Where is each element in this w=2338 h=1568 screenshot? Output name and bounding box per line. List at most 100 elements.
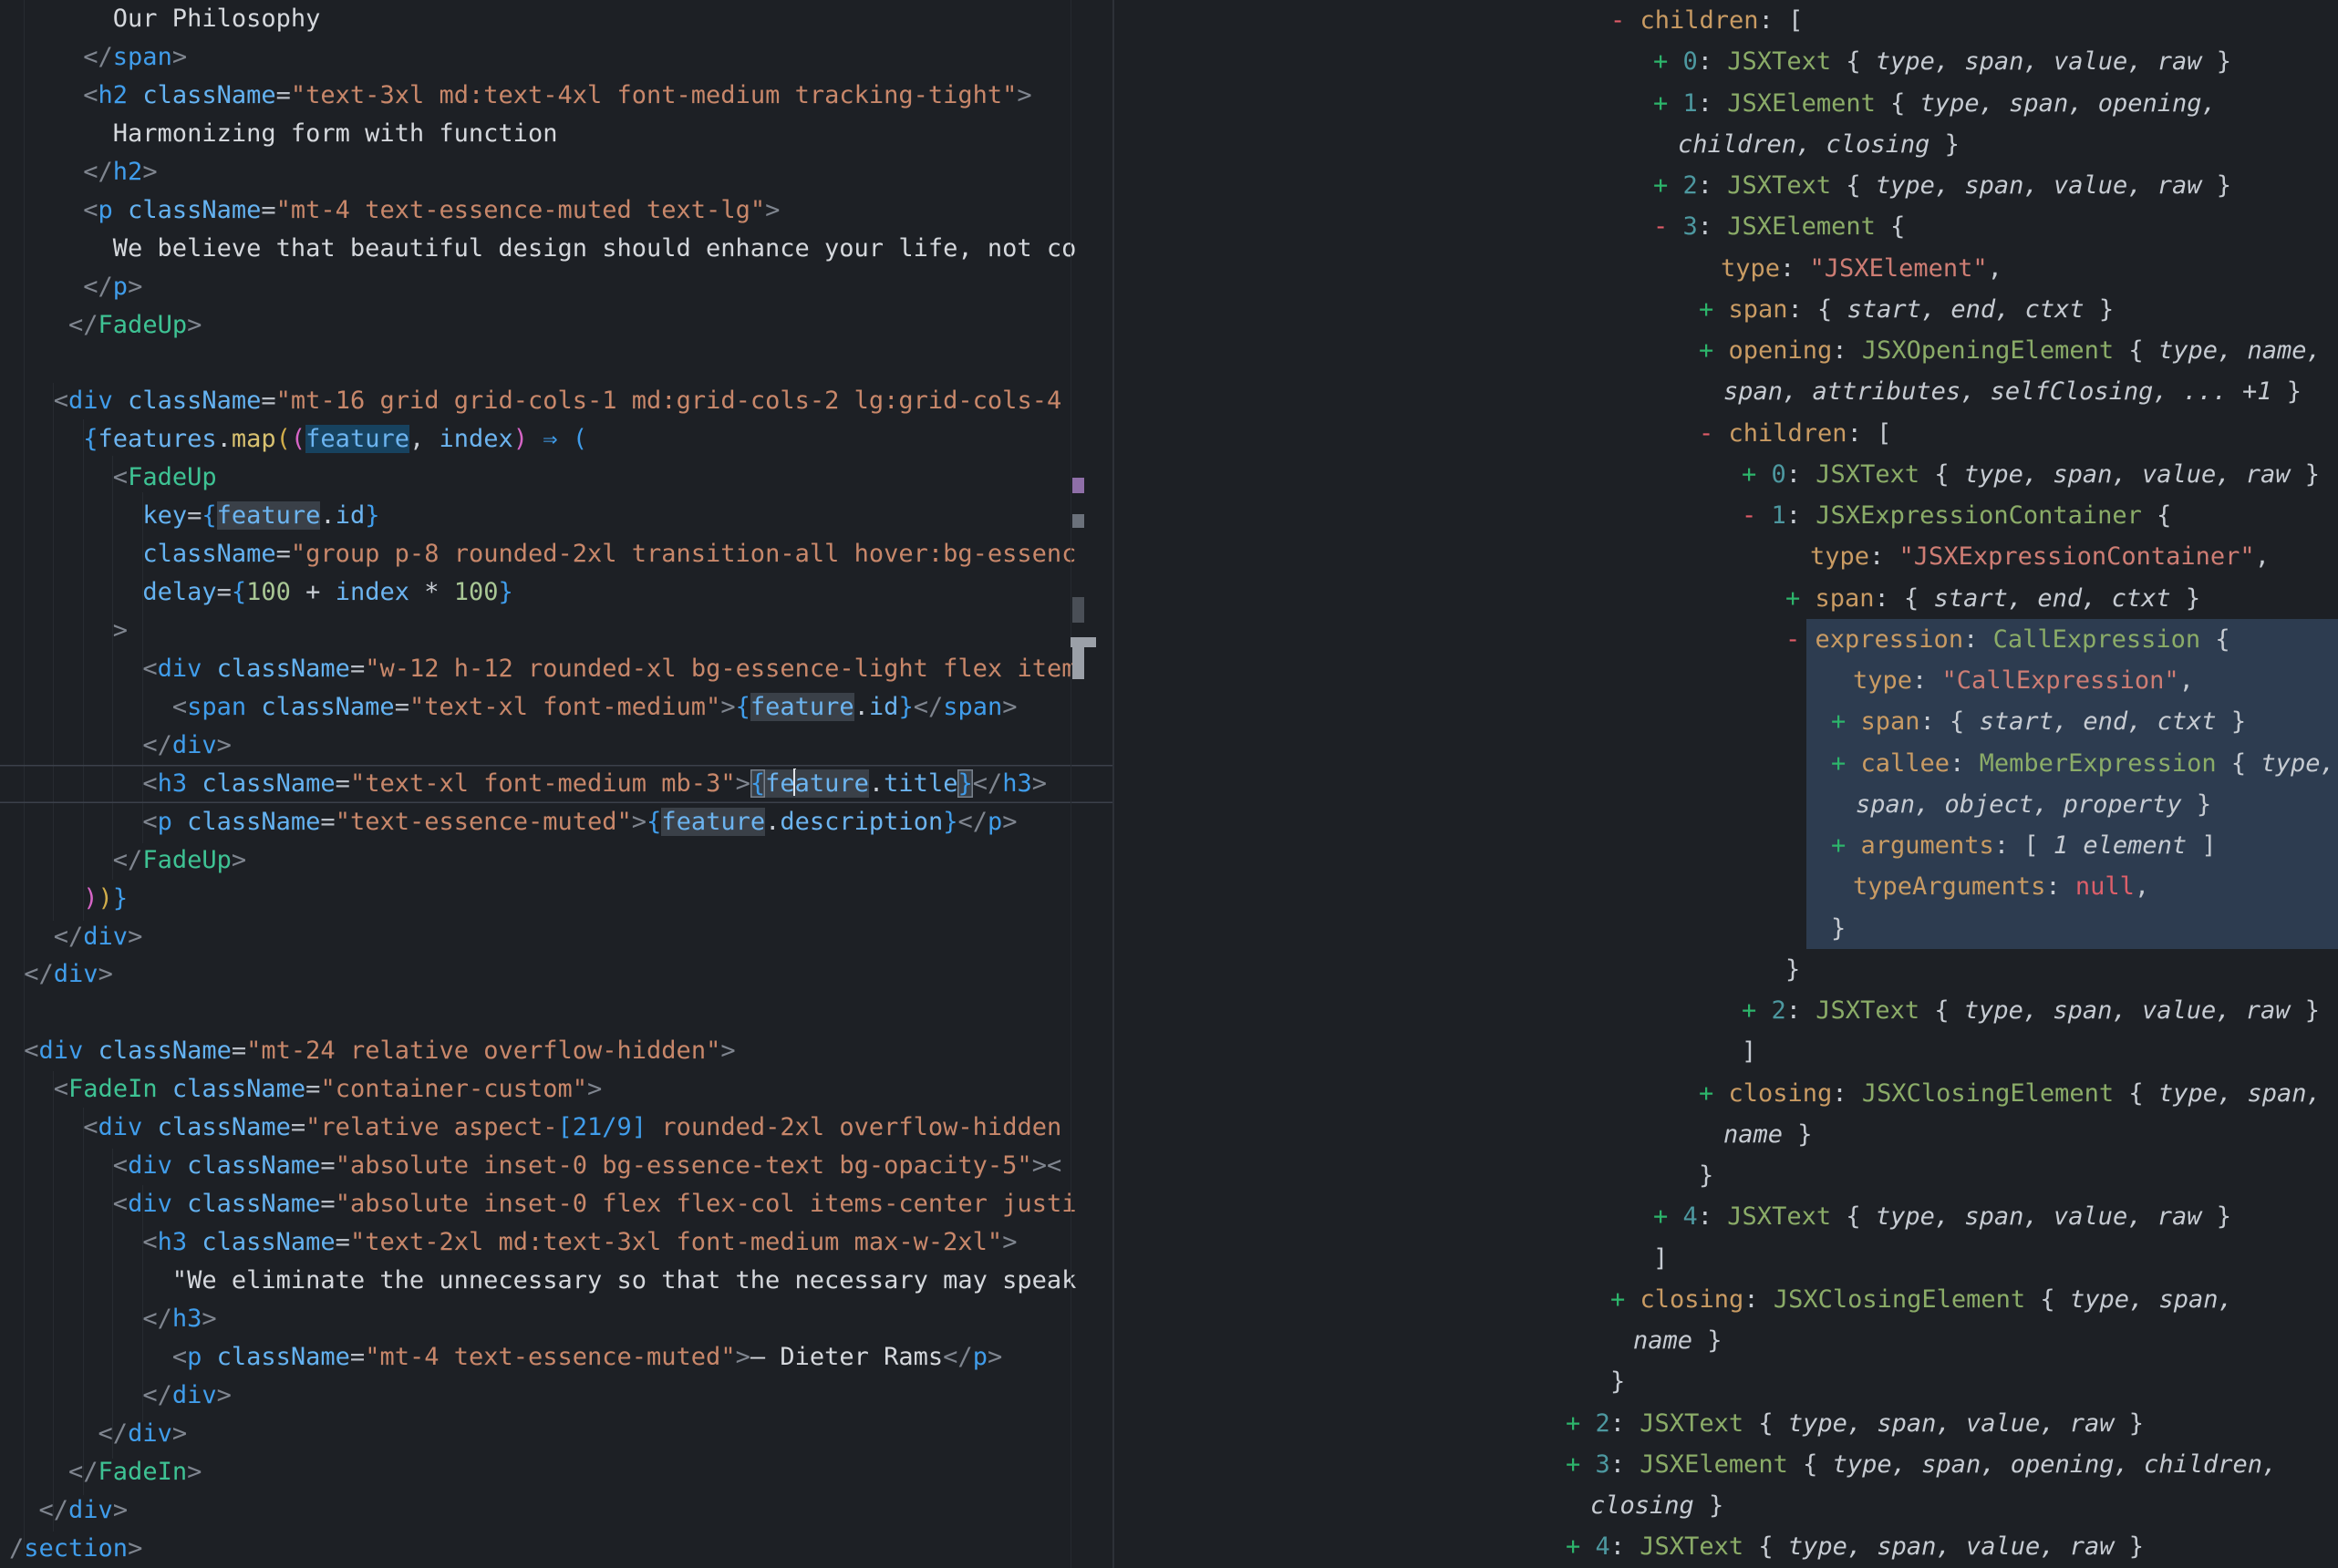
token-rpn: : <box>1698 212 1728 241</box>
code-line-39[interactable]: </FadeIn> <box>0 1453 1112 1491</box>
token-txt <box>9 616 113 645</box>
ast-line-5[interactable]: + 2: JSXText { type, span, value, raw } <box>1113 165 2338 206</box>
code-line-3[interactable]: <h2 className="text-3xl md:text-4xl font… <box>0 77 1112 115</box>
token-pn: </ <box>943 1343 973 1371</box>
code-line-25[interactable]: </div> <box>0 918 1112 956</box>
code-line-12[interactable]: {features.map((feature, index) ⇒ ( <box>0 420 1112 459</box>
code-line-27[interactable] <box>0 994 1112 1032</box>
token-txt <box>9 846 113 874</box>
code-line-22[interactable]: <p className="text-essence-muted">{featu… <box>0 803 1112 841</box>
code-line-35[interactable]: </h3> <box>0 1300 1112 1338</box>
code-lines-container[interactable]: Our Philosophy </span> <h2 className="te… <box>0 0 1112 1567</box>
ast-line-8[interactable]: + span: { start, end, ctxt } <box>1113 289 2338 330</box>
code-line-7[interactable]: We believe that beautiful design should … <box>0 230 1112 268</box>
ast-line-18[interactable]: + span: { start, end, ctxt } <box>1113 701 2338 742</box>
ast-line-37[interactable]: closing } <box>1113 1485 2338 1526</box>
token-rpn: { <box>1831 171 1876 200</box>
code-line-31[interactable]: <div className="absolute inset-0 bg-esse… <box>0 1147 1112 1185</box>
code-line-36[interactable]: <p className="mt-4 text-essence-muted">—… <box>0 1338 1112 1377</box>
code-line-24[interactable]: ))} <box>0 880 1112 918</box>
ast-line-1[interactable]: - children: [ <box>1113 0 2338 41</box>
ast-line-23[interactable]: } <box>1113 908 2338 949</box>
token-rpn: { <box>1788 1450 1833 1479</box>
ast-line-11[interactable]: - children: [ <box>1113 413 2338 454</box>
code-line-18[interactable]: <div className="w-12 h-12 rounded-xl bg-… <box>0 650 1112 688</box>
ast-line-20[interactable]: span, object, property } <box>1113 784 2338 825</box>
code-line-15[interactable]: className="group p-8 rounded-2xl transit… <box>0 535 1112 573</box>
ast-line-24[interactable]: } <box>1113 949 2338 990</box>
ast-line-29[interactable]: } <box>1113 1155 2338 1196</box>
ast-line-13[interactable]: - 1: JSXExpressionContainer { <box>1113 495 2338 536</box>
ast-line-32[interactable]: + closing: JSXClosingElement { type, spa… <box>1113 1279 2338 1320</box>
ast-tree-panel[interactable]: - children: [+ 0: JSXText { type, span, … <box>1113 0 2338 1568</box>
ast-line-19[interactable]: + callee: MemberExpression { type, <box>1113 743 2338 784</box>
token-tag: div <box>39 1037 84 1065</box>
code-line-9[interactable]: </FadeUp> <box>0 306 1112 345</box>
code-line-17[interactable]: > <box>0 612 1112 650</box>
ast-line-6[interactable]: - 3: JSXElement { <box>1113 206 2338 247</box>
ast-line-16[interactable]: - expression: CallExpression { <box>1113 619 2338 660</box>
code-line-19[interactable]: <span className="text-xl font-medium">{f… <box>0 688 1112 727</box>
code-line-11[interactable]: <div className="mt-16 grid grid-cols-1 m… <box>0 382 1112 420</box>
code-line-26[interactable]: </div> <box>0 955 1112 994</box>
code-line-5[interactable]: </h2> <box>0 153 1112 191</box>
ast-line-2[interactable]: + 0: JSXText { type, span, value, raw } <box>1113 41 2338 82</box>
token-idx: 4 <box>1683 1202 1698 1231</box>
code-line-10[interactable] <box>0 344 1112 382</box>
source-code-editor[interactable]: Our Philosophy </span> <h2 className="te… <box>0 0 1112 1568</box>
ast-lines-container[interactable]: - children: [+ 0: JSXText { type, span, … <box>1113 0 2338 1568</box>
ast-line-36[interactable]: + 3: JSXElement { type, span, opening, c… <box>1113 1444 2338 1485</box>
token-it: 1 element <box>2054 831 2187 860</box>
code-line-14[interactable]: key={feature.id} <box>0 497 1112 535</box>
ast-line-30[interactable]: + 4: JSXText { type, span, value, raw } <box>1113 1196 2338 1237</box>
ast-line-10[interactable]: span, attributes, selfClosing, ... +1 } <box>1113 371 2338 412</box>
ast-line-38[interactable]: + 4: JSXText { type, span, value, raw } <box>1113 1526 2338 1567</box>
token-attr: className <box>128 387 261 415</box>
ast-line-35[interactable]: + 2: JSXText { type, span, value, raw } <box>1113 1403 2338 1444</box>
code-line-32[interactable]: <div className="absolute inset-0 flex fl… <box>0 1185 1112 1223</box>
code-line-30[interactable]: <div className="relative aspect-[21/9] r… <box>0 1109 1112 1147</box>
ast-line-4[interactable]: children, closing } <box>1113 124 2338 165</box>
ast-line-17[interactable]: type: "CallExpression", <box>1113 660 2338 701</box>
code-line-8[interactable]: </p> <box>0 268 1112 306</box>
code-line-37[interactable]: </div> <box>0 1377 1112 1415</box>
token-pn: > <box>217 731 232 759</box>
code-line-40[interactable]: </div> <box>0 1491 1112 1530</box>
token-it: start, end, ctxt <box>1980 707 2217 736</box>
ast-line-14[interactable]: type: "JSXExpressionContainer", <box>1113 536 2338 577</box>
code-line-6[interactable]: <p className="mt-4 text-essence-muted te… <box>0 191 1112 230</box>
code-line-23[interactable]: </FadeUp> <box>0 841 1112 880</box>
token-it: type, <box>2260 749 2334 778</box>
ast-line-34[interactable]: } <box>1113 1361 2338 1402</box>
ast-line-31[interactable]: ] <box>1113 1238 2338 1279</box>
code-line-41[interactable]: /section> <box>0 1530 1112 1568</box>
token-rpn: : <box>2045 872 2075 901</box>
code-line-13[interactable]: <FadeUp <box>0 459 1112 497</box>
ast-line-22[interactable]: typeArguments: null, <box>1113 866 2338 907</box>
ast-line-28[interactable]: name } <box>1113 1114 2338 1155</box>
ast-line-9[interactable]: + opening: JSXOpeningElement { type, nam… <box>1113 330 2338 371</box>
ast-line-12[interactable]: + 0: JSXText { type, span, value, raw } <box>1113 454 2338 495</box>
ast-line-25[interactable]: + 2: JSXText { type, span, value, raw } <box>1113 990 2338 1031</box>
ast-line-33[interactable]: name } <box>1113 1320 2338 1361</box>
code-line-1[interactable]: Our Philosophy <box>0 0 1112 38</box>
code-line-21[interactable]: <h3 className="text-xl font-medium mb-3"… <box>0 765 1112 803</box>
ast-line-3[interactable]: + 1: JSXElement { type, span, opening, <box>1113 83 2338 124</box>
ast-line-15[interactable]: + span: { start, end, ctxt } <box>1113 578 2338 619</box>
token-rpn: } <box>1610 1367 1625 1396</box>
code-line-29[interactable]: <FadeIn className="container-custom"> <box>0 1070 1112 1109</box>
code-line-34[interactable]: "We eliminate the unnecessary so that th… <box>0 1262 1112 1300</box>
ast-line-27[interactable]: + closing: JSXClosingElement { type, spa… <box>1113 1073 2338 1114</box>
token-key: span <box>1729 295 1788 324</box>
code-line-20[interactable]: </div> <box>0 727 1112 765</box>
code-line-4[interactable]: Harmonizing form with function <box>0 115 1112 153</box>
code-line-33[interactable]: <h3 className="text-2xl md:text-3xl font… <box>0 1223 1112 1262</box>
pane-splitter[interactable] <box>1112 0 1114 1568</box>
ast-line-7[interactable]: type: "JSXElement", <box>1113 248 2338 289</box>
code-line-16[interactable]: delay={100 + index * 100} <box>0 573 1112 612</box>
code-line-38[interactable]: </div> <box>0 1415 1112 1453</box>
ast-line-26[interactable]: ] <box>1113 1031 2338 1072</box>
code-line-2[interactable]: </span> <box>0 38 1112 77</box>
code-line-28[interactable]: <div className="mt-24 relative overflow-… <box>0 1032 1112 1070</box>
ast-line-21[interactable]: + arguments: [ 1 element ] <box>1113 825 2338 866</box>
